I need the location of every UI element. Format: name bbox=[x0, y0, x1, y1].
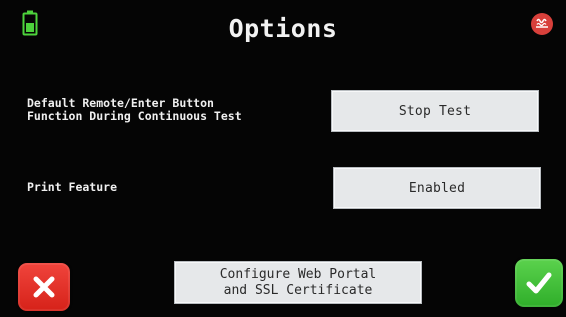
configure-web-portal-label-line2: and SSL Certificate bbox=[223, 282, 373, 298]
print-feature-label: Print Feature bbox=[27, 180, 118, 194]
options-screen: Options Default Remote/Enter Button Func… bbox=[0, 0, 566, 317]
configure-web-portal-button[interactable]: Configure Web Portal and SSL Certificate bbox=[174, 261, 422, 304]
remote-button-function-label: Default Remote/Enter Button Function Dur… bbox=[27, 96, 242, 123]
page-title: Options bbox=[228, 14, 338, 43]
configure-web-portal-label-line1: Configure Web Portal bbox=[219, 266, 377, 282]
cancel-button[interactable] bbox=[18, 263, 70, 311]
heater-icon bbox=[531, 13, 553, 35]
confirm-button[interactable] bbox=[515, 259, 563, 307]
remote-button-function-button[interactable]: Stop Test bbox=[331, 90, 539, 132]
checkmark-icon bbox=[526, 272, 552, 294]
print-feature-button[interactable]: Enabled bbox=[333, 167, 541, 209]
close-icon bbox=[33, 276, 55, 298]
